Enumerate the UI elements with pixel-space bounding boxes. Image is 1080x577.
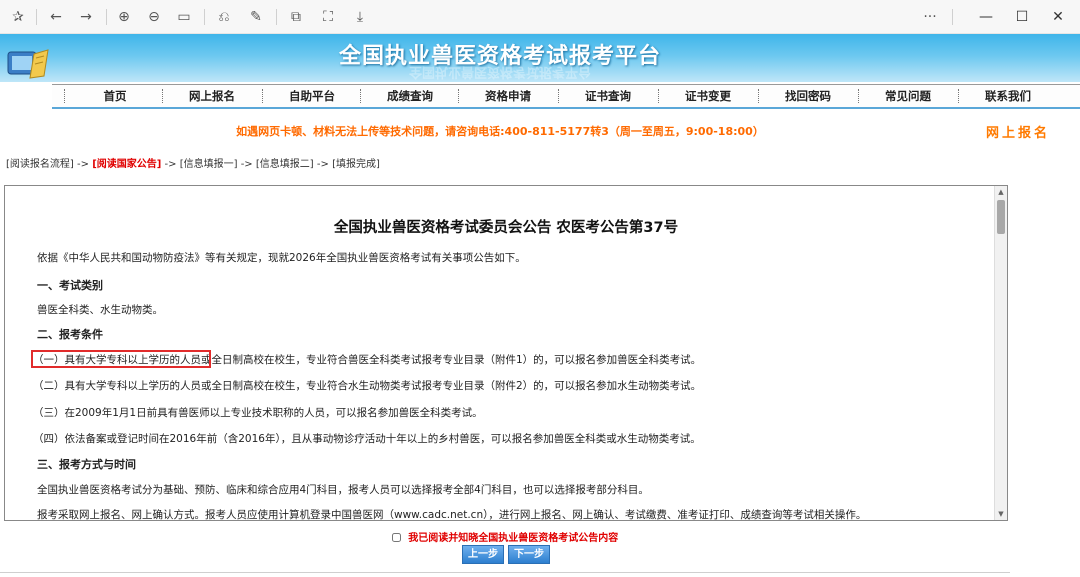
nav-item-online-registration[interactable]: 网上报名 bbox=[170, 85, 254, 107]
main-nav: 首页 网上报名 自助平台 成绩查询 资格申请 证书查询 证书变更 找回密码 常见… bbox=[52, 84, 1080, 109]
nav-divider bbox=[858, 89, 860, 103]
scroll-down-arrow-icon[interactable]: ▼ bbox=[995, 509, 1007, 519]
agree-checkbox[interactable] bbox=[391, 533, 401, 542]
divider bbox=[204, 9, 205, 25]
nav-divider bbox=[262, 89, 264, 103]
logo-icon bbox=[7, 49, 49, 79]
nav-item-score-query[interactable]: 成绩查询 bbox=[368, 85, 452, 107]
section-heading: 一、考试类别 bbox=[37, 279, 103, 292]
maximize-icon[interactable]: ☐ bbox=[1012, 7, 1032, 27]
tech-support-notice: 如遇网页卡顿、材料无法上传等技术问题，请咨询电话:400-811-5177转3（… bbox=[236, 125, 764, 138]
nav-divider bbox=[758, 89, 760, 103]
step-arrow: -> bbox=[240, 159, 253, 170]
step-arrow: -> bbox=[77, 159, 89, 170]
more-options-icon[interactable]: ··· bbox=[920, 7, 940, 27]
screenshot-icon[interactable]: ⛶ bbox=[318, 7, 338, 27]
nav-item-certificate-query[interactable]: 证书查询 bbox=[566, 85, 650, 107]
step-info-two: [信息填报二] bbox=[255, 159, 314, 170]
pdf-viewer-toolbar: ✰ ← → ⊕ ⊖ ▭ ⎌ ✎ ⧉ ⛶ ⤓ ··· — ☐ ✕ bbox=[0, 0, 1080, 34]
nav-item-self-service[interactable]: 自助平台 bbox=[270, 85, 354, 107]
agree-label[interactable]: 我已阅读并知晓全国执业兽医资格考试公告内容 bbox=[408, 533, 618, 544]
scroll-thumb[interactable] bbox=[997, 200, 1005, 234]
exam-categories-text: 兽医全科类、水生动物类。 bbox=[37, 304, 163, 316]
announcement-panel[interactable]: 全国执业兽医资格考试委员会公告 农医考公告第37号 依据《中华人民共和国动物防疫… bbox=[4, 185, 1008, 521]
fit-page-icon[interactable]: ▭ bbox=[174, 7, 194, 27]
announcement-intro: 依据《中华人民共和国动物防疫法》等有关规定，现就2026年全国执业兽医资格考试有… bbox=[37, 252, 526, 264]
nav-item-contact[interactable]: 联系我们 bbox=[966, 85, 1050, 107]
site-title-reflection: 全国执业兽医资格考试报考平台 bbox=[0, 64, 1000, 83]
forward-arrow-icon[interactable]: → bbox=[76, 7, 96, 27]
step-arrow: -> bbox=[164, 159, 177, 170]
nav-divider bbox=[360, 89, 362, 103]
back-arrow-icon[interactable]: ← bbox=[46, 7, 66, 27]
scroll-up-arrow-icon[interactable]: ▲ bbox=[995, 187, 1007, 197]
pin-icon[interactable]: ✰ bbox=[8, 7, 28, 27]
exam-subjects-text: 全国执业兽医资格考试分为基础、预防、临床和综合应用4门科目，报考人员可以选择报考… bbox=[37, 484, 649, 496]
divider bbox=[276, 9, 277, 25]
title-reflection-text: 全国执业兽医资格考试报考平台 bbox=[408, 64, 591, 79]
condition-item: （二）具有大学专科以上学历的人员或全日制高校在校生，专业符合水生动物类考试报考专… bbox=[33, 380, 702, 392]
divider bbox=[952, 9, 953, 25]
condition-item: （四）依法备案或登记时间在2016年前（含2016年），且从事动物诊疗活动十年以… bbox=[33, 433, 701, 445]
step-read-process: [阅读报名流程] bbox=[6, 159, 74, 170]
divider bbox=[106, 9, 107, 25]
step-read-announcement: [阅读国家公告] bbox=[92, 159, 162, 170]
step-breadcrumb: [阅读报名流程] -> [阅读国家公告] -> [信息填报一] -> [信息填报… bbox=[6, 155, 380, 170]
zoom-out-icon[interactable]: ⊖ bbox=[144, 7, 164, 27]
nav-item-home[interactable]: 首页 bbox=[76, 85, 154, 107]
highlight-annotation bbox=[31, 350, 211, 368]
nav-divider bbox=[558, 89, 560, 103]
nav-item-certificate-change[interactable]: 证书变更 bbox=[666, 85, 750, 107]
announcement-title: 全国执业兽医资格考试委员会公告 农医考公告第37号 bbox=[333, 220, 679, 236]
minimize-icon[interactable]: — bbox=[976, 7, 996, 27]
step-info-one: [信息填报一] bbox=[179, 159, 238, 170]
next-step-button[interactable]: 下一步 bbox=[508, 545, 550, 564]
agree-row: 我已阅读并知晓全国执业兽医资格考试公告内容 bbox=[0, 529, 1010, 544]
zoom-in-icon[interactable]: ⊕ bbox=[114, 7, 134, 27]
download-icon[interactable]: ⤓ bbox=[350, 7, 370, 27]
edit-icon[interactable]: ✎ bbox=[246, 7, 266, 27]
divider bbox=[36, 9, 37, 25]
rotate-icon[interactable]: ⎌ bbox=[214, 7, 234, 27]
section-heading: 三、报考方式与时间 bbox=[37, 458, 136, 471]
registration-method-text: 报考采取网上报名、网上确认方式。报考人员应使用计算机登录中国兽医网（www.ca… bbox=[37, 509, 867, 521]
step-complete: [填报完成] bbox=[332, 159, 380, 170]
nav-divider bbox=[458, 89, 460, 103]
nav-item-recover-password[interactable]: 找回密码 bbox=[766, 85, 850, 107]
nav-divider bbox=[162, 89, 164, 103]
nav-item-qualification[interactable]: 资格申请 bbox=[466, 85, 550, 107]
step-arrow: -> bbox=[316, 159, 329, 170]
online-apply-label: 网上报名 bbox=[986, 126, 1051, 141]
scrollbar[interactable]: ▲ ▼ bbox=[994, 186, 1007, 520]
section-heading: 二、报考条件 bbox=[37, 328, 103, 341]
nav-divider bbox=[958, 89, 960, 103]
nav-item-faq[interactable]: 常见问题 bbox=[866, 85, 950, 107]
prev-step-button[interactable]: 上一步 bbox=[462, 545, 504, 564]
close-icon[interactable]: ✕ bbox=[1048, 7, 1068, 27]
nav-divider bbox=[64, 89, 66, 103]
site-banner: 全国执业兽医资格考试报考平台 全国执业兽医资格考试报考平台 bbox=[0, 34, 1080, 82]
condition-item: （三）在2009年1月1日前具有兽医师以上专业技术职称的人员，可以报名参加兽医全… bbox=[33, 407, 483, 419]
share-icon[interactable]: ⧉ bbox=[286, 7, 306, 27]
nav-divider bbox=[658, 89, 660, 103]
divider bbox=[0, 572, 1010, 573]
